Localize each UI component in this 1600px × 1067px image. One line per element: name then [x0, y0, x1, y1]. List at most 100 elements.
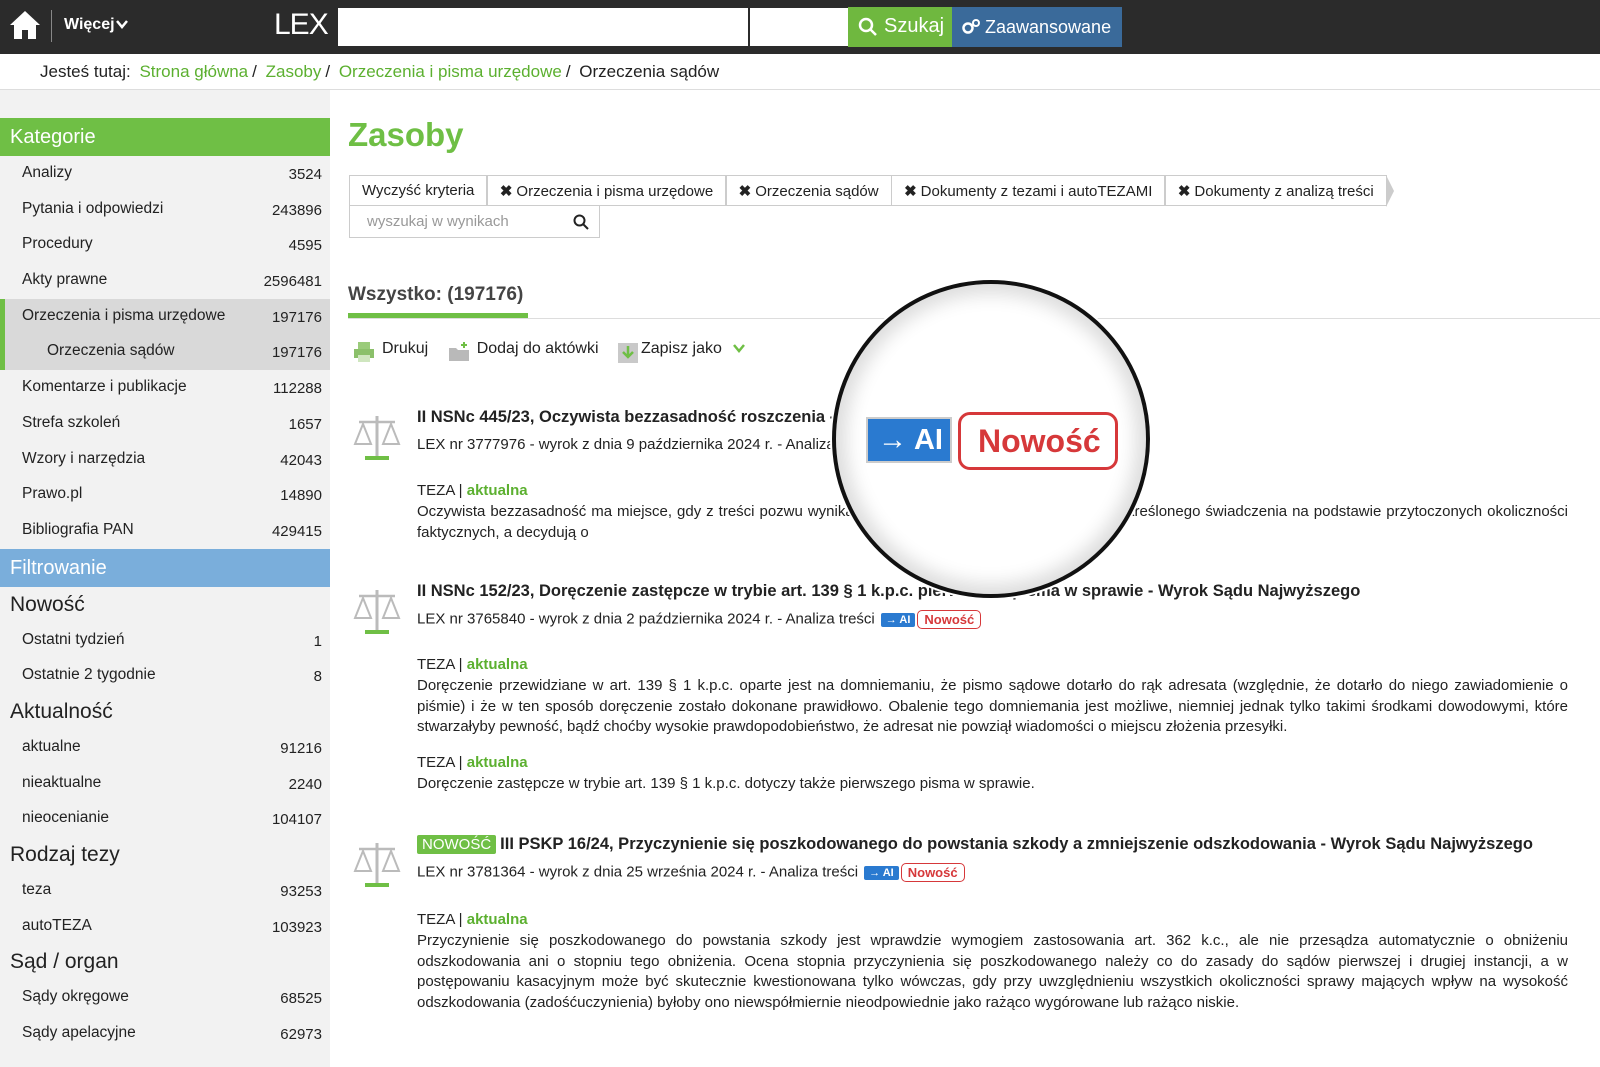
page-title: Zasoby [348, 116, 464, 153]
sidebar-item-count: 243896 [271, 201, 322, 219]
sidebar-item-label: Akty prawne [22, 271, 108, 289]
search-scope-input[interactable] [750, 8, 848, 46]
sidebar-item-count: 197176 [271, 308, 322, 326]
divider [51, 10, 52, 42]
criteria-chips: Wyczyść kryteria ✖ Orzeczenia i pisma urz… [349, 175, 1394, 207]
breadcrumb-link[interactable]: Strona główna [139, 62, 248, 81]
filter-item[interactable]: teza 93253 [0, 873, 330, 909]
breadcrumb-link[interactable]: Zasoby [266, 62, 322, 81]
sidebar-item-orzeczenia-sadow[interactable]: Orzeczenia sądów 197176 [0, 334, 330, 371]
sidebar-item-analizy[interactable]: Analizy 3524 [0, 156, 330, 192]
chip-label: Dokumenty z analizą treści [1194, 183, 1374, 200]
chevron-down-icon[interactable] [115, 17, 129, 31]
filter-item[interactable]: Sądy okręgowe 68525 [0, 980, 330, 1016]
advanced-search-button[interactable]: Zaawansowane [952, 7, 1122, 47]
sidebar-item-strefa-szkolen[interactable]: Strefa szkoleń 1657 [0, 406, 330, 442]
clear-criteria-button[interactable]: Wyczyść kryteria [349, 175, 488, 206]
criteria-chip[interactable]: ✖ Dokumenty z tezami i autoTEZAMI [891, 175, 1166, 206]
filter-item-count: 1 [313, 632, 322, 650]
sidebar-item-akty-prawne[interactable]: Akty prawne 2596481 [0, 263, 330, 299]
teza-status[interactable]: aktualna [467, 754, 528, 771]
result-title[interactable]: II NSNc 152/23, Doręczenie zastępcze w t… [417, 582, 1360, 601]
sidebar-item-count: 14890 [280, 487, 322, 505]
remove-icon[interactable]: ✖ [904, 183, 917, 200]
ai-badge[interactable]: → AI [864, 865, 899, 880]
remove-icon[interactable]: ✖ [1178, 183, 1191, 200]
teza-text: Doręczenie zastępcze w trybie art. 139 §… [417, 775, 1035, 792]
filter-item-count: 8 [313, 668, 322, 686]
sidebar-item-prawo-pl[interactable]: Prawo.pl 14890 [0, 477, 330, 513]
sidebar-item-count: 42043 [280, 451, 322, 469]
sidebar-item-procedury[interactable]: Procedury 4595 [0, 227, 330, 263]
filter-group-title: Aktualność [10, 699, 113, 723]
criteria-chip[interactable]: ✖ Orzeczenia i pisma urzędowe [486, 175, 727, 206]
search-icon [858, 17, 877, 36]
chip-arrow [1385, 175, 1394, 207]
ai-badge[interactable]: → AI [880, 612, 916, 627]
result-meta: LEX nr 3781364 - wyrok z dnia 25 wrześni… [417, 863, 859, 881]
filter-item[interactable]: Ostatni tydzień 1 [0, 623, 330, 659]
result-meta: LEX nr 3777976 - wyrok z dnia 9 paździer… [417, 436, 835, 453]
new-badge-magnified: Nowość [958, 412, 1118, 470]
sidebar-item-pytania[interactable]: Pytania i odpowiedzi 243896 [0, 192, 330, 228]
sidebar-item-orzeczenia-i-pisma[interactable]: Orzeczenia i pisma urzędowe 197176 [0, 298, 330, 335]
chip-label: Orzeczenia sądów [755, 183, 879, 200]
teza-line: TEZA | aktualna [417, 911, 528, 928]
result-title-line: NOWOŚĆ III PSKP 16/24, Przyczynienie się … [417, 835, 1533, 854]
print-button[interactable]: Drukuj [352, 340, 428, 364]
criteria-chip[interactable]: ✖ Orzeczenia sądów [725, 175, 892, 206]
search-input[interactable] [338, 8, 748, 46]
sidebar-item-count: 1657 [288, 415, 322, 433]
new-badge: Nowość [900, 863, 965, 882]
chevron-down-icon[interactable] [732, 342, 746, 354]
filter-item[interactable]: nieocenianie 104107 [0, 801, 330, 837]
filter-item[interactable]: Ostatnie 2 tygodnie 8 [0, 658, 330, 694]
save-as-label: Zapisz jako [640, 340, 722, 357]
teza-line: TEZA | aktualna [417, 656, 528, 673]
filter-item-count: 62973 [280, 1026, 322, 1044]
filter-results-input[interactable]: wyszukaj w wynikach [349, 205, 600, 238]
add-to-briefcase-label: Dodaj do aktówki [476, 340, 599, 357]
teza-status[interactable]: aktualna [467, 911, 528, 928]
results-tab-all[interactable]: Wszystko: (197176) [348, 284, 523, 306]
sidebar-item-label: Analizy [22, 164, 72, 181]
breadcrumb-current: Orzeczenia sądów [579, 62, 720, 81]
lex-logo[interactable]: LEX [274, 8, 329, 42]
teza-text: Przyczynienie się poszkodowanego do pows… [417, 932, 1568, 1011]
filter-group-title: Nowość [10, 592, 85, 616]
teza-status[interactable]: aktualna [467, 482, 528, 499]
result-title[interactable]: III PSKP 16/24, Przyczynienie się poszko… [500, 835, 1533, 853]
save-as-button[interactable]: Zapisz jako [617, 340, 746, 364]
filter-item[interactable]: nieaktualne 2240 [0, 766, 330, 802]
teza-line: TEZA | aktualna [417, 754, 528, 771]
filter-item[interactable]: autoTEZA 103923 [0, 909, 330, 945]
sidebar-item-count: 197176 [271, 344, 322, 362]
advanced-button-label: Zaawansowane [985, 17, 1112, 37]
filter-item-label: Ostatnie 2 tygodnie [22, 666, 156, 684]
chip-label: Dokumenty z tezami i autoTEZAMI [920, 183, 1153, 200]
scales-icon [353, 843, 401, 887]
search-button[interactable]: Szukaj [848, 7, 952, 47]
sidebar-item-komentarze[interactable]: Komentarze i publikacje 112288 [0, 370, 330, 406]
teza-label: TEZA [417, 656, 455, 673]
remove-icon[interactable]: ✖ [739, 183, 752, 200]
teza-text: Doręczenie przewidziane w art. 139 § 1 k… [417, 677, 1568, 735]
filter-item[interactable]: aktualne 91216 [0, 730, 330, 766]
gears-icon [962, 19, 980, 34]
breadcrumb-link[interactable]: Orzeczenia i pisma urzędowe [339, 62, 562, 81]
sidebar: Kategorie Analizy 3524 Pytania i odpowied… [0, 90, 330, 1067]
home-icon[interactable] [8, 8, 42, 42]
add-to-briefcase-button[interactable]: Dodaj do aktówki [447, 340, 599, 364]
sidebar-item-bibliografia[interactable]: Bibliografia PAN 429415 [0, 513, 330, 549]
search-icon[interactable] [573, 214, 589, 230]
sidebar-item-wzory[interactable]: Wzory i narzędzia 42043 [0, 442, 330, 478]
remove-icon[interactable]: ✖ [500, 183, 513, 200]
filter-item-count: 93253 [280, 883, 322, 900]
filter-item[interactable]: Sądy apelacyjne 62973 [0, 1016, 330, 1052]
result-title[interactable]: II NSNc 445/23, Oczywista bezzasadność r… [417, 408, 855, 427]
filter-group-title: Rodzaj tezy [10, 843, 120, 866]
top-bar: Więcej LEX Szukaj Zaawansowane [0, 0, 1600, 54]
criteria-chip[interactable]: ✖ Dokumenty z analizą treści [1164, 175, 1387, 206]
teza-status[interactable]: aktualna [467, 656, 528, 673]
more-menu[interactable]: Więcej [64, 16, 115, 34]
